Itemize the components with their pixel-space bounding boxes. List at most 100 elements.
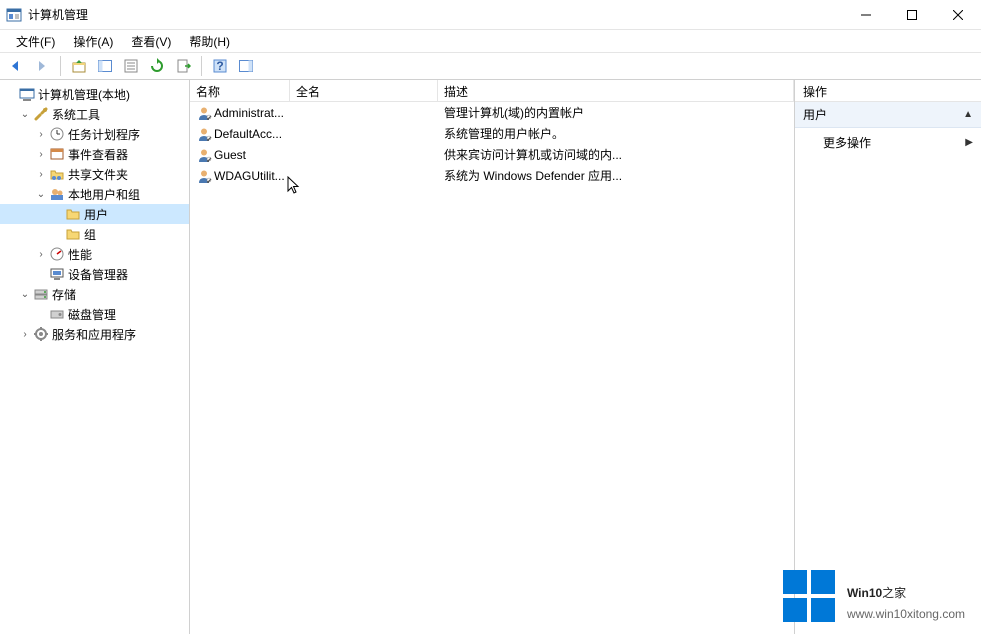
user-row[interactable]: DefaultAcc... 系统管理的用户帐户。	[190, 123, 794, 144]
action-pane: 操作 用户 ▲ 更多操作 ▶	[795, 80, 981, 634]
forward-button[interactable]	[30, 55, 54, 77]
clock-icon	[48, 126, 66, 142]
action-pane-header: 操作	[795, 80, 981, 102]
tree-label: 组	[82, 226, 96, 243]
export-button[interactable]	[171, 55, 195, 77]
tree-disk-management[interactable]: › 磁盘管理	[0, 304, 189, 324]
user-icon	[196, 168, 212, 184]
tree-root[interactable]: ▶ 计算机管理(本地)	[0, 84, 189, 104]
action-more[interactable]: 更多操作 ▶	[795, 128, 981, 157]
column-description[interactable]: 描述	[438, 80, 794, 101]
show-hide-tree-button[interactable]	[93, 55, 117, 77]
tree-twist[interactable]: ›	[18, 329, 32, 340]
user-name: Administrat...	[214, 106, 284, 120]
menubar: 文件(F) 操作(A) 查看(V) 帮助(H)	[0, 30, 981, 52]
user-row[interactable]: Guest 供来宾访问计算机或访问域的内...	[190, 144, 794, 165]
tree-device-manager[interactable]: › 设备管理器	[0, 264, 189, 284]
app-icon	[6, 7, 22, 23]
tree-label: 用户	[82, 206, 108, 223]
help-button[interactable]: ?	[208, 55, 232, 77]
tree-system-tools[interactable]: ⌄ 系统工具	[0, 104, 189, 124]
tree-local-users-groups[interactable]: ⌄ 本地用户和组	[0, 184, 189, 204]
user-icon	[196, 105, 212, 121]
user-desc-cell: 管理计算机(域)的内置帐户	[438, 104, 794, 121]
tree-event-viewer[interactable]: › 事件查看器	[0, 144, 189, 164]
tree-label: 磁盘管理	[66, 306, 116, 323]
tree-services-apps[interactable]: › 服务和应用程序	[0, 324, 189, 344]
properties-button[interactable]	[119, 55, 143, 77]
user-desc-cell: 供来宾访问计算机或访问域的内...	[438, 146, 794, 163]
user-name: Guest	[214, 148, 246, 162]
list-pane: 名称 全名 描述 Administrat... 管理计算机(域)的内置帐户 Defa…	[190, 80, 795, 634]
tree-label: 任务计划程序	[66, 126, 140, 143]
menu-file[interactable]: 文件(F)	[8, 31, 63, 52]
user-row[interactable]: Administrat... 管理计算机(域)的内置帐户	[190, 102, 794, 123]
user-icon	[196, 126, 212, 142]
toolbar-separator	[201, 56, 202, 76]
minimize-button[interactable]	[843, 0, 889, 29]
tree-twist[interactable]: ›	[34, 169, 48, 180]
tree-twist[interactable]: ›	[34, 249, 48, 260]
toolbar-separator	[60, 56, 61, 76]
up-button[interactable]	[67, 55, 91, 77]
user-list[interactable]: Administrat... 管理计算机(域)的内置帐户 DefaultAcc...…	[190, 102, 794, 634]
tree-storage[interactable]: ⌄ 存储	[0, 284, 189, 304]
user-name: WDAGUtilit...	[214, 169, 285, 183]
device-icon	[48, 266, 66, 282]
tree-label: 服务和应用程序	[50, 326, 136, 343]
tree-groups[interactable]: › 组	[0, 224, 189, 244]
tree-task-scheduler[interactable]: › 任务计划程序	[0, 124, 189, 144]
collapse-icon: ▲	[963, 109, 973, 120]
navigation-tree: ▶ 计算机管理(本地) ⌄ 系统工具 › 任务计划程序 › 事件查看器 ›	[0, 84, 189, 344]
tree-label: 设备管理器	[66, 266, 128, 283]
action-section-label: 用户	[803, 106, 827, 123]
tree-label: 存储	[50, 286, 76, 303]
user-name-cell: Administrat...	[190, 105, 290, 121]
maximize-button[interactable]	[889, 0, 935, 29]
main-area: ▶ 计算机管理(本地) ⌄ 系统工具 › 任务计划程序 › 事件查看器 ›	[0, 80, 981, 634]
tree-twist[interactable]: ⌄	[18, 109, 32, 120]
services-icon	[32, 326, 50, 342]
user-icon	[196, 147, 212, 163]
menu-action[interactable]: 操作(A)	[65, 31, 121, 52]
tree-twist[interactable]: ›	[34, 129, 48, 140]
folder-icon	[64, 226, 82, 242]
menu-view[interactable]: 查看(V)	[123, 31, 179, 52]
back-button[interactable]	[4, 55, 28, 77]
tree-twist[interactable]: ⌄	[18, 289, 32, 300]
tree-twist[interactable]: ›	[34, 149, 48, 160]
tree-pane[interactable]: ▶ 计算机管理(本地) ⌄ 系统工具 › 任务计划程序 › 事件查看器 ›	[0, 80, 190, 634]
users-groups-icon	[48, 186, 66, 202]
user-row[interactable]: WDAGUtilit...系统为 Windows Defender 应用...	[190, 165, 794, 186]
tree-performance[interactable]: › 性能	[0, 244, 189, 264]
show-hide-action-button[interactable]	[234, 55, 258, 77]
tree-label: 计算机管理(本地)	[36, 86, 130, 103]
action-section-users[interactable]: 用户 ▲	[795, 102, 981, 128]
column-headers: 名称 全名 描述	[190, 80, 794, 102]
shared-folder-icon	[48, 166, 66, 182]
tree-label: 事件查看器	[66, 146, 128, 163]
tree-label: 系统工具	[50, 106, 100, 123]
user-desc-cell: 系统管理的用户帐户。	[438, 125, 794, 142]
close-button[interactable]	[935, 0, 981, 29]
menu-help[interactable]: 帮助(H)	[181, 31, 238, 52]
titlebar: 计算机管理	[0, 0, 981, 30]
tree-users[interactable]: › 用户	[0, 204, 189, 224]
tree-label: 性能	[66, 246, 92, 263]
folder-icon	[64, 206, 82, 222]
window-title: 计算机管理	[28, 6, 843, 23]
user-name-cell: WDAGUtilit...	[190, 168, 290, 184]
computer-icon	[18, 86, 36, 102]
tree-twist[interactable]: ⌄	[34, 189, 48, 200]
refresh-button[interactable]	[145, 55, 169, 77]
performance-icon	[48, 246, 66, 262]
storage-icon	[32, 286, 50, 302]
tree-shared-folders[interactable]: › 共享文件夹	[0, 164, 189, 184]
column-name[interactable]: 名称	[190, 80, 290, 101]
window-buttons	[843, 0, 981, 29]
column-fullname[interactable]: 全名	[290, 80, 438, 101]
user-name-cell: DefaultAcc...	[190, 126, 290, 142]
svg-text:?: ?	[216, 59, 223, 73]
tree-label: 共享文件夹	[66, 166, 128, 183]
user-name: DefaultAcc...	[214, 127, 282, 141]
